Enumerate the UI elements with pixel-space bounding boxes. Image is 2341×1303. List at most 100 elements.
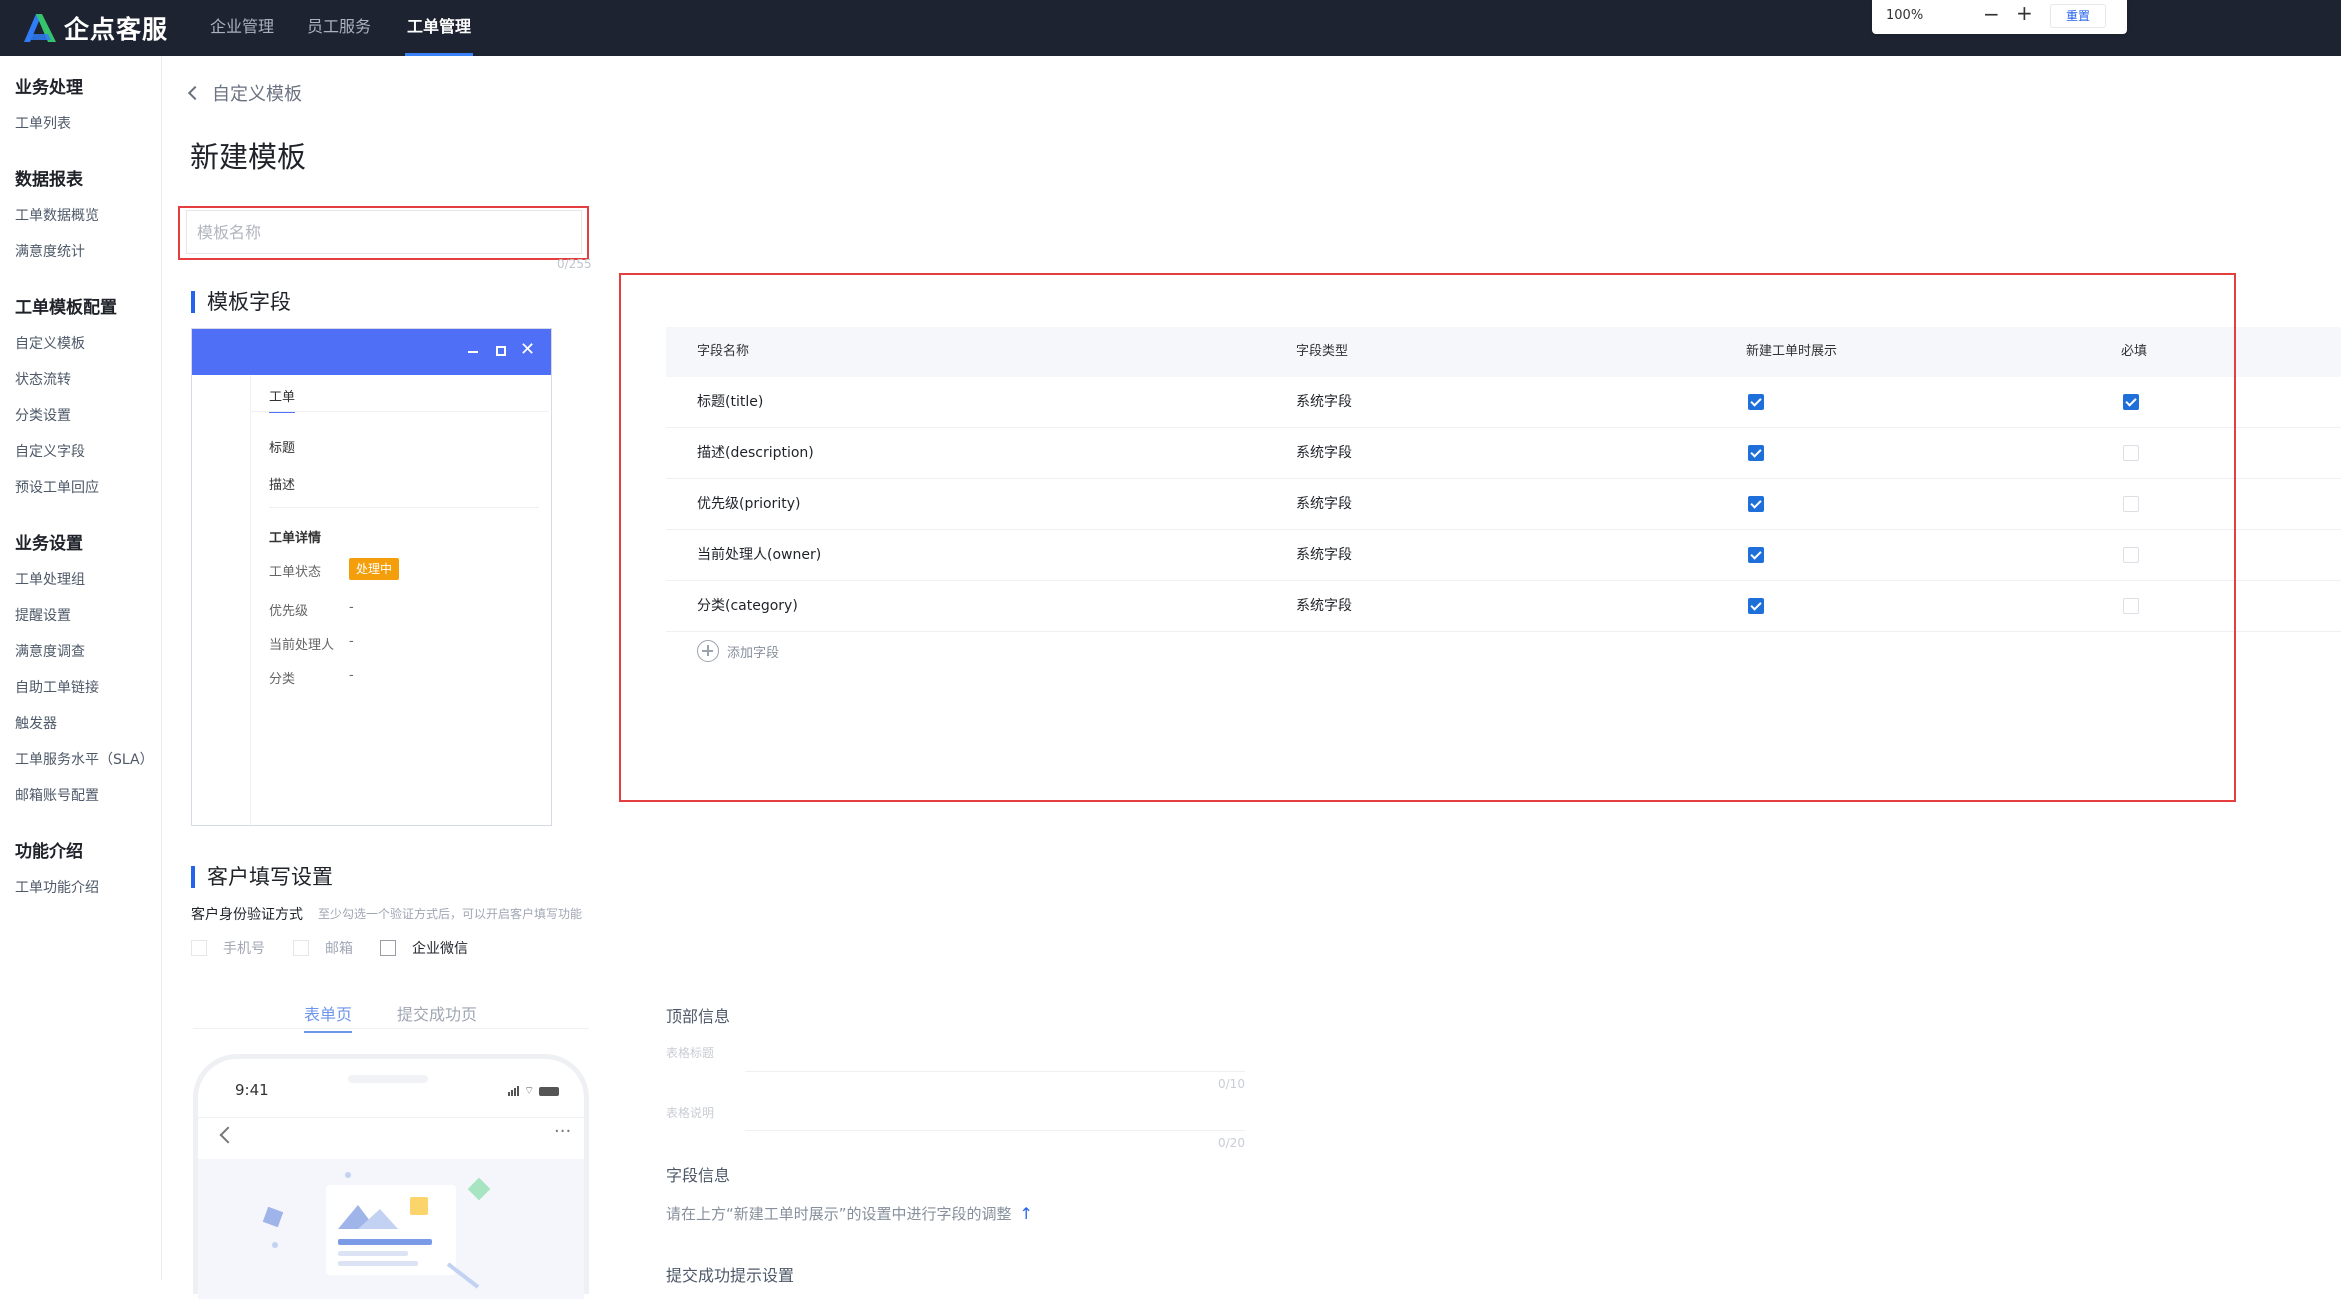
minimize-icon <box>468 351 478 353</box>
phone-banner <box>198 1159 584 1299</box>
sidebar <box>0 56 162 1280</box>
plus-circle-icon <box>697 640 719 662</box>
required-checkbox[interactable] <box>2123 445 2139 461</box>
phone-preview: 9:41 ⌔ ··· <box>193 1054 589 1299</box>
preview-detail-value: - <box>349 634 354 649</box>
field-info-hint-text: 请在上方“新建工单时展示”的设置中进行字段的调整 <box>666 1205 1012 1223</box>
sidebar-item-feature-intro[interactable]: 工单功能介绍 <box>15 877 99 897</box>
table-row: 标题(title) 系统字段 <box>666 377 2341 428</box>
zoom-reset-button[interactable]: 重置 <box>2050 4 2106 28</box>
form-title-placeholder: 表格标题 <box>666 1046 715 1060</box>
field-type: 系统字段 <box>1296 598 1352 614</box>
close-icon: ✕ <box>520 339 536 360</box>
verify-method-hint: 至少勾选一个验证方式后，可以开启客户填写功能 <box>318 907 583 921</box>
table-header: 字段名称 字段类型 新建工单时展示 必填 <box>666 327 2341 377</box>
sidebar-item-ticket-overview[interactable]: 工单数据概览 <box>15 205 99 225</box>
preview-row-title: 标题 <box>269 441 296 456</box>
name-counter: 0/255 <box>557 257 592 271</box>
sidebar-item-ticket-list[interactable]: 工单列表 <box>15 113 71 133</box>
sidebar-item-custom-template[interactable]: 自定义模板 <box>15 333 85 353</box>
tab-form-page[interactable]: 表单页 <box>304 1001 353 1033</box>
table-row: 描述(description) 系统字段 <box>666 428 2341 479</box>
wifi-icon: ⌔ <box>524 1084 535 1097</box>
verify-option-email[interactable]: 邮箱 <box>293 938 353 958</box>
sidebar-item-sla[interactable]: 工单服务水平（SLA） <box>15 749 154 769</box>
template-preview: ✕ 工单 标题 描述 工单详情 工单状态 处理中 优先级 - 当前处理人 - 分… <box>191 328 552 826</box>
template-name-input[interactable] <box>187 211 581 253</box>
phone-checkbox[interactable] <box>191 940 207 956</box>
sidebar-item-status-flow[interactable]: 状态流转 <box>15 369 71 389</box>
show-on-create-checkbox[interactable] <box>1748 394 1764 410</box>
zoom-level: 100% <box>1886 8 1924 23</box>
nav-ticket-management[interactable]: 工单管理 <box>405 0 474 56</box>
required-checkbox[interactable] <box>2123 598 2139 614</box>
sidebar-item-email-accounts[interactable]: 邮箱账号配置 <box>15 785 99 805</box>
tab-success-page[interactable]: 提交成功页 <box>397 1001 477 1025</box>
sidebar-item-satisfaction-survey[interactable]: 满意度调查 <box>15 641 85 661</box>
sidebar-group-reports: 数据报表 <box>15 170 83 190</box>
phone-status-icons: ⌔ <box>508 1084 560 1097</box>
field-type: 系统字段 <box>1296 394 1352 410</box>
zoom-in-button[interactable]: + <box>2016 1 2033 25</box>
table-row: 当前处理人(owner) 系统字段 <box>666 530 2341 581</box>
preview-row-description: 描述 <box>269 478 296 493</box>
sidebar-item-satisfaction-stats[interactable]: 满意度统计 <box>15 241 85 261</box>
back-link-label: 自定义模板 <box>212 84 302 105</box>
back-link[interactable]: 自定义模板 <box>187 80 302 106</box>
template-name-field[interactable] <box>186 210 582 254</box>
show-on-create-checkbox[interactable] <box>1748 445 1764 461</box>
field-name: 分类(category) <box>697 598 798 614</box>
sidebar-group-template-config: 工单模板配置 <box>15 298 117 318</box>
field-name: 标题(title) <box>697 394 764 410</box>
arrow-up-icon[interactable]: ↑ <box>1020 1204 1033 1223</box>
preview-tab-ticket: 工单 <box>269 386 296 413</box>
success-tip-label: 提交成功提示设置 <box>666 1266 795 1285</box>
preview-detail-title: 工单详情 <box>269 531 322 546</box>
preview-window-header: ✕ <box>192 329 551 375</box>
add-field-button[interactable]: 添加字段 <box>697 640 779 662</box>
sidebar-item-triggers[interactable]: 触发器 <box>15 713 57 733</box>
phone-option-label: 手机号 <box>223 941 265 957</box>
wecom-checkbox[interactable] <box>380 940 396 956</box>
sidebar-item-handling-groups[interactable]: 工单处理组 <box>15 569 85 589</box>
sidebar-item-self-service-link[interactable]: 自助工单链接 <box>15 677 99 697</box>
required-checkbox[interactable] <box>2123 547 2139 563</box>
sidebar-item-reminder-settings[interactable]: 提醒设置 <box>15 605 71 625</box>
required-checkbox[interactable] <box>2123 496 2139 512</box>
show-on-create-checkbox[interactable] <box>1748 547 1764 563</box>
maximize-icon <box>496 346 506 356</box>
banner-illustration-icon <box>262 1172 491 1289</box>
phone-notch <box>348 1075 428 1083</box>
sidebar-item-category-settings[interactable]: 分类设置 <box>15 405 71 425</box>
section-title-template-fields: 模板字段 <box>191 291 291 313</box>
page-title: 新建模板 <box>190 140 307 174</box>
nav-enterprise[interactable]: 企业管理 <box>210 0 274 56</box>
more-icon: ··· <box>554 1121 572 1142</box>
logo-icon <box>22 12 58 44</box>
zoom-out-button[interactable]: − <box>1983 2 2000 26</box>
section-title-customer-settings: 客户填写设置 <box>191 866 333 888</box>
nav-staff-service[interactable]: 员工服务 <box>307 0 371 56</box>
form-title-counter: 0/10 <box>1218 1077 1245 1091</box>
sidebar-group-features: 功能介绍 <box>15 842 83 862</box>
table-row: 优先级(priority) 系统字段 <box>666 479 2341 530</box>
field-name: 优先级(priority) <box>697 496 801 512</box>
chevron-left-icon <box>187 85 203 101</box>
show-on-create-checkbox[interactable] <box>1748 598 1764 614</box>
show-on-create-checkbox[interactable] <box>1748 496 1764 512</box>
form-desc-placeholder: 表格说明 <box>666 1106 715 1120</box>
status-badge: 处理中 <box>349 558 400 580</box>
field-info-label: 字段信息 <box>666 1166 731 1185</box>
required-checkbox[interactable] <box>2123 394 2139 410</box>
chevron-left-icon <box>219 1126 237 1144</box>
sidebar-group-business-settings: 业务设置 <box>15 534 83 554</box>
verify-option-wecom[interactable]: 企业微信 <box>380 938 468 958</box>
email-checkbox[interactable] <box>293 940 309 956</box>
sidebar-item-preset-responses[interactable]: 预设工单回应 <box>15 477 99 497</box>
verify-option-phone[interactable]: 手机号 <box>191 938 265 958</box>
brand-name: 企点客服 <box>64 15 169 44</box>
sidebar-item-custom-fields[interactable]: 自定义字段 <box>15 441 85 461</box>
brand-logo[interactable]: 企点客服 <box>22 10 168 46</box>
table-row: 分类(category) 系统字段 <box>666 581 2341 632</box>
preview-detail-label: 优先级 <box>269 604 309 619</box>
